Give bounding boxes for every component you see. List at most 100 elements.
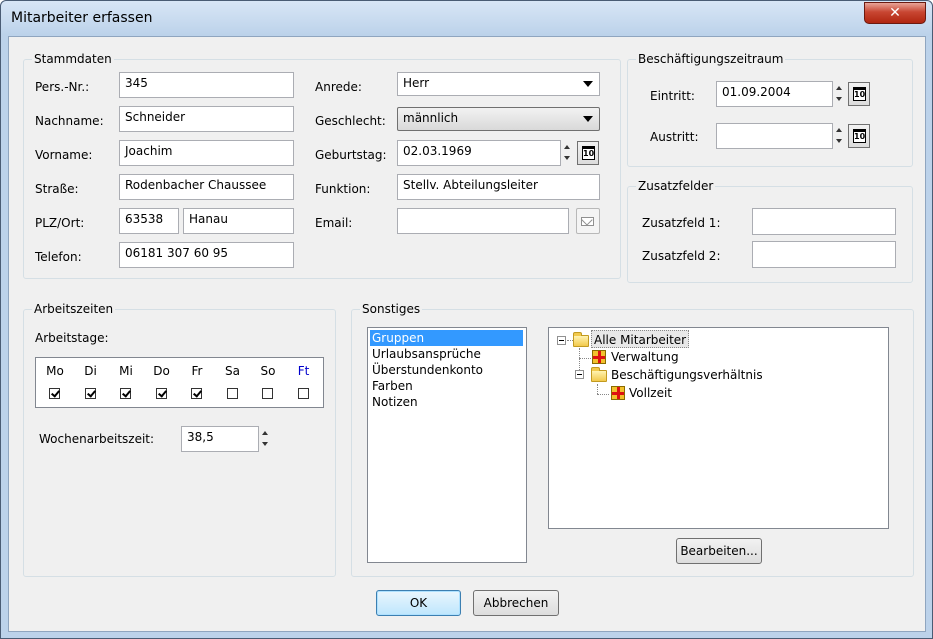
tree-node-verwaltung[interactable]: Verwaltung <box>611 348 679 366</box>
day-checkbox-mo[interactable] <box>49 388 60 399</box>
list-item[interactable]: Urlaubsansprüche <box>370 346 523 362</box>
day-label-mi: Mi <box>119 364 133 378</box>
nachname-label: Nachname: <box>35 114 104 128</box>
geburtstag-spinner[interactable] <box>561 141 575 165</box>
dialog-window: Mitarbeiter erfassen ✕ Stammdaten Pers.-… <box>0 0 933 639</box>
window-title: Mitarbeiter erfassen <box>11 10 153 26</box>
plz-field[interactable]: 63538 <box>119 208 179 234</box>
chevron-down-icon <box>583 81 593 87</box>
zusatzfeld1-field[interactable] <box>752 208 896 235</box>
geschlecht-dropdown[interactable]: männlich <box>397 107 600 131</box>
day-checkbox-di[interactable] <box>84 388 96 399</box>
calendar-icon: 10 <box>853 87 866 101</box>
gift-group-icon <box>611 386 625 400</box>
geschlecht-value: männlich <box>403 111 459 125</box>
persnr-label: Pers.-Nr.: <box>35 80 90 94</box>
day-label-so: So <box>260 364 276 378</box>
funktion-field[interactable]: Stellv. Abteilungsleiter <box>397 174 600 200</box>
geburtstag-label: Geburtstag: <box>315 148 387 162</box>
email-field[interactable] <box>397 208 569 234</box>
bearbeiten-button[interactable]: Bearbeiten... <box>676 538 762 564</box>
wochenarbeitszeit-field[interactable]: 38,5 <box>181 426 259 452</box>
spin-down-icon[interactable] <box>561 153 575 165</box>
spin-up-icon[interactable] <box>561 141 575 153</box>
wochenarbeitszeit-spinner[interactable] <box>259 427 273 451</box>
day-checkbox-sa[interactable] <box>226 388 238 399</box>
tree-node-root[interactable]: Alle Mitarbeiter <box>591 330 690 348</box>
austritt-field[interactable] <box>716 123 833 149</box>
spin-up-icon[interactable] <box>259 427 273 439</box>
folder-icon <box>591 367 607 382</box>
geschlecht-label: Geschlecht: <box>315 114 386 128</box>
tree-connector <box>597 384 598 394</box>
beschaeftigung-group: Beschäftigungszeitraum <box>627 52 913 167</box>
tree-connector <box>597 394 609 395</box>
day-checkbox-so[interactable] <box>262 388 273 399</box>
folder-icon <box>573 332 589 347</box>
list-item[interactable]: Farben <box>370 378 523 394</box>
persnr-field[interactable]: 345 <box>119 72 294 98</box>
telefon-label: Telefon: <box>35 250 82 264</box>
tree-node-beschaeftigung[interactable]: Beschäftigungsverhältnis <box>611 366 763 384</box>
gruppen-tree[interactable]: Alle Mitarbeiter Verwaltung Beschäftigun… <box>548 327 889 529</box>
anrede-value: Herr <box>403 76 430 90</box>
close-icon: ✕ <box>889 5 901 21</box>
vorname-label: Vorname: <box>35 148 93 162</box>
day-checkbox-ft[interactable] <box>297 388 309 399</box>
sonstiges-title: Sonstiges <box>360 302 423 316</box>
eintritt-label: Eintritt: <box>650 89 695 103</box>
day-label-sa: Sa <box>225 364 240 378</box>
calendar-icon: 10 <box>853 129 866 143</box>
day-checkbox-mi[interactable] <box>120 388 131 399</box>
austritt-label: Austritt: <box>650 130 699 144</box>
dialog-client-area: Stammdaten Pers.-Nr.: 345 Nachname: Schn… <box>8 36 926 632</box>
spin-down-icon[interactable] <box>833 94 847 106</box>
day-label-fr: Fr <box>191 364 203 378</box>
day-checkbox-fr[interactable] <box>191 388 202 399</box>
ort-field[interactable]: Hanau <box>183 208 294 234</box>
anrede-label: Anrede: <box>315 80 362 94</box>
beschaeftigung-title: Beschäftigungszeitraum <box>636 52 786 66</box>
arbeitszeiten-title: Arbeitszeiten <box>32 302 116 316</box>
zusatzfeld1-label: Zusatzfeld 1: <box>642 216 721 230</box>
list-item[interactable]: Notizen <box>370 394 523 410</box>
anrede-dropdown[interactable]: Herr <box>397 72 600 96</box>
tree-node-vollzeit[interactable]: Vollzeit <box>629 384 672 402</box>
geburtstag-field[interactable]: 02.03.1969 <box>397 140 561 166</box>
spin-down-icon[interactable] <box>259 439 273 451</box>
arbeitstage-label: Arbeitstage: <box>35 331 109 345</box>
chevron-down-icon <box>583 116 593 122</box>
eintritt-field[interactable]: 01.09.2004 <box>716 81 833 107</box>
collapse-icon[interactable] <box>575 370 584 379</box>
day-label-di: Di <box>84 364 97 378</box>
austritt-spinner[interactable] <box>833 124 847 148</box>
ok-button[interactable]: OK <box>376 590 461 616</box>
spin-up-icon[interactable] <box>833 124 847 136</box>
close-button[interactable]: ✕ <box>864 2 926 24</box>
day-checkbox-do[interactable] <box>155 388 167 399</box>
zusatzfeld2-label: Zusatzfeld 2: <box>642 249 721 263</box>
strasse-label: Straße: <box>35 182 79 196</box>
austritt-calendar-button[interactable]: 10 <box>848 124 870 148</box>
calendar-icon: 10 <box>582 146 595 160</box>
telefon-field[interactable]: 06181 307 60 95 <box>119 242 294 268</box>
eintritt-calendar-button[interactable]: 10 <box>848 82 870 106</box>
cancel-button[interactable]: Abbrechen <box>473 590 559 616</box>
geburtstag-calendar-button[interactable]: 10 <box>577 141 599 165</box>
zusatzfeld2-field[interactable] <box>752 241 896 268</box>
list-item[interactable]: Gruppen <box>370 330 523 346</box>
nachname-field[interactable]: Schneider <box>119 106 294 132</box>
eintritt-spinner[interactable] <box>833 82 847 106</box>
vorname-field[interactable]: Joachim <box>119 140 294 166</box>
spin-up-icon[interactable] <box>833 82 847 94</box>
sonstiges-listbox[interactable]: Gruppen Urlaubsansprüche Überstundenkonto F… <box>367 327 527 563</box>
strasse-field[interactable]: Rodenbacher Chaussee <box>119 174 294 200</box>
spin-down-icon[interactable] <box>833 136 847 148</box>
list-item[interactable]: Überstundenkonto <box>370 362 523 378</box>
send-email-button[interactable] <box>576 208 600 234</box>
funktion-label: Funktion: <box>315 182 371 196</box>
collapse-icon[interactable] <box>557 336 566 345</box>
wochenarbeitszeit-label: Wochenarbeitszeit: <box>39 432 155 446</box>
title-bar[interactable]: Mitarbeiter erfassen ✕ <box>1 1 932 35</box>
email-label: Email: <box>315 216 353 230</box>
